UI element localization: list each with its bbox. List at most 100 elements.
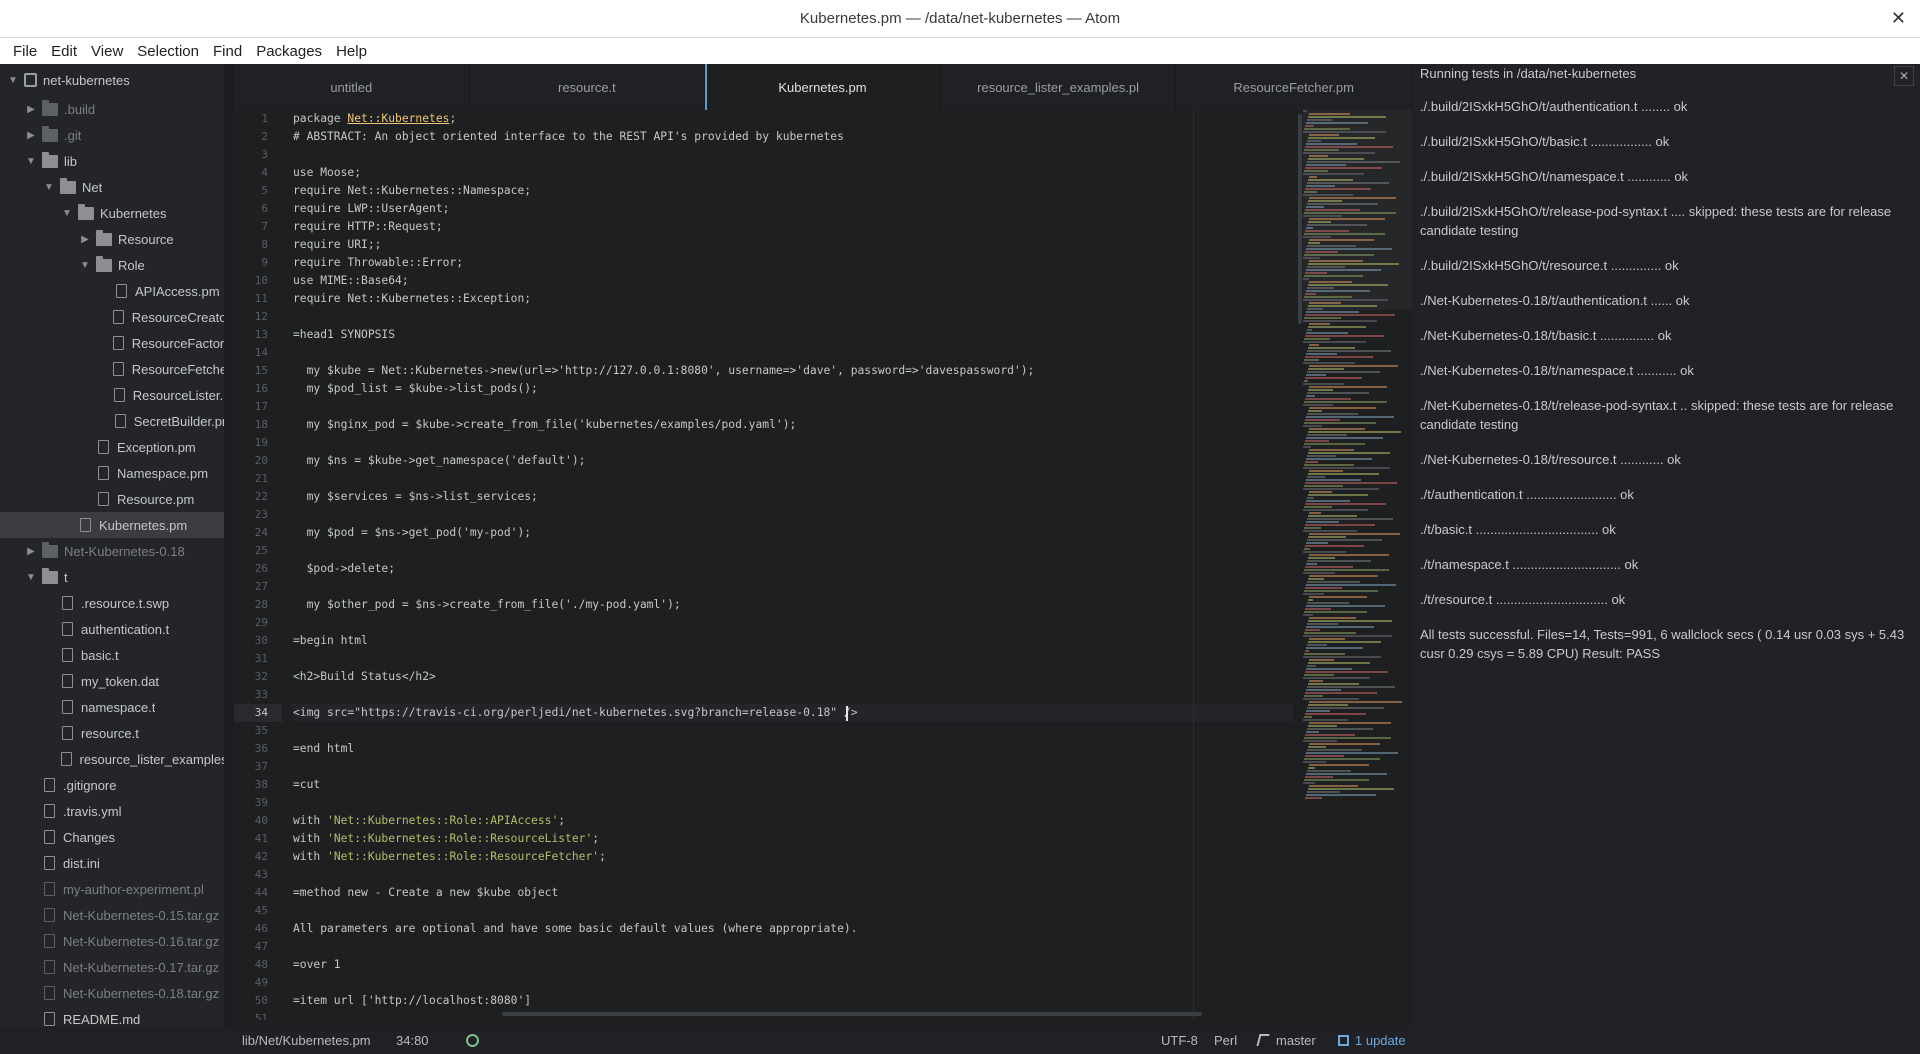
code-line[interactable]	[293, 902, 1293, 920]
code-line[interactable]: use Moose;	[293, 164, 1293, 182]
code-line[interactable]	[293, 974, 1293, 992]
panel-close-icon[interactable]: ✕	[1894, 66, 1914, 86]
tree-file[interactable]: dist.ini	[0, 850, 224, 876]
code-line[interactable]: require LWP::UserAgent;	[293, 200, 1293, 218]
code-line[interactable]	[293, 344, 1293, 362]
code-line[interactable]: =head1 SYNOPSIS	[293, 326, 1293, 344]
code-line[interactable]	[293, 722, 1293, 740]
code-line[interactable]	[293, 398, 1293, 416]
tree-file[interactable]: basic.t	[0, 642, 224, 668]
chevron-down-icon[interactable]: ▼	[78, 260, 92, 271]
code-line[interactable]	[293, 866, 1293, 884]
code-line[interactable]	[293, 146, 1293, 164]
tree-file[interactable]: ResourceFactory.pm	[0, 330, 224, 356]
status-updates[interactable]: 1 update	[1338, 1033, 1406, 1048]
tree-file[interactable]: resource_lister_examples.pl	[0, 746, 224, 772]
code-line[interactable]	[293, 308, 1293, 326]
status-cursor-position[interactable]: 34:80	[396, 1033, 429, 1048]
tree-view-resizer[interactable]	[224, 64, 234, 1044]
status-build-icon[interactable]	[466, 1033, 479, 1047]
code-line[interactable]: require Net::Kubernetes::Namespace;	[293, 182, 1293, 200]
tree-file[interactable]: ResourceCreator.pm	[0, 304, 224, 330]
chevron-right-icon[interactable]: ▶	[24, 130, 38, 141]
chevron-down-icon[interactable]: ▼	[42, 182, 56, 193]
status-file-path[interactable]: lib/Net/Kubernetes.pm	[242, 1033, 371, 1048]
tree-folder[interactable]: ▼ t	[0, 564, 224, 590]
tab-resource-t[interactable]: resource.t	[470, 64, 706, 110]
code-line[interactable]: =method new - Create a new $kube object	[293, 884, 1293, 902]
menu-file[interactable]: File	[6, 43, 44, 60]
code-line[interactable]: with 'Net::Kubernetes::Role::ResourceFet…	[293, 848, 1293, 866]
menu-packages[interactable]: Packages	[249, 43, 329, 60]
code-line[interactable]: my $ns = $kube->get_namespace('default')…	[293, 452, 1293, 470]
code-line[interactable]: require HTTP::Request;	[293, 218, 1293, 236]
chevron-down-icon[interactable]: ▼	[60, 208, 74, 219]
tree-file[interactable]: Namespace.pm	[0, 460, 224, 486]
tree-file[interactable]: my_token.dat	[0, 668, 224, 694]
code-line[interactable]	[293, 434, 1293, 452]
code-line[interactable]: =end html	[293, 740, 1293, 758]
tree-file[interactable]: namespace.t	[0, 694, 224, 720]
tree-file[interactable]: .resource.t.swp	[0, 590, 224, 616]
code-line[interactable]	[293, 650, 1293, 668]
code-line[interactable]: =cut	[293, 776, 1293, 794]
code-line[interactable]: =begin html	[293, 632, 1293, 650]
code-line[interactable]: use MIME::Base64;	[293, 272, 1293, 290]
code-line[interactable]: require Net::Kubernetes::Exception;	[293, 290, 1293, 308]
chevron-down-icon[interactable]: ▼	[24, 572, 38, 583]
chevron-down-icon[interactable]: ▼	[24, 156, 38, 167]
tree-file[interactable]: Resource.pm	[0, 486, 224, 512]
code-line[interactable]: my $kube = Net::Kubernetes->new(url=>'ht…	[293, 362, 1293, 380]
tree-folder[interactable]: ▼ lib	[0, 148, 224, 174]
code-line[interactable]: require URI;;	[293, 236, 1293, 254]
code-area[interactable]: package Net::Kubernetes; # ABSTRACT: An o…	[293, 110, 1293, 1020]
tree-file[interactable]: Changes	[0, 824, 224, 850]
code-line[interactable]: my $pod = $ns->get_pod('my-pod');	[293, 524, 1293, 542]
editor-vertical-scrollbar[interactable]	[1298, 114, 1302, 324]
chevron-right-icon[interactable]: ▶	[24, 104, 38, 115]
window-close-icon[interactable]: ✕	[1891, 8, 1906, 29]
code-line[interactable]: my $nginx_pod = $kube->create_from_file(…	[293, 416, 1293, 434]
tree-file[interactable]: Net-Kubernetes-0.18.tar.gz	[0, 980, 224, 1006]
tree-folder[interactable]: ▶ .build	[0, 96, 224, 122]
status-encoding[interactable]: UTF-8	[1161, 1033, 1198, 1048]
code-line[interactable]: package Net::Kubernetes;	[293, 110, 1293, 128]
code-line[interactable]: <h2>Build Status</h2>	[293, 668, 1293, 686]
code-line[interactable]	[293, 470, 1293, 488]
chevron-right-icon[interactable]: ▶	[24, 546, 38, 557]
tree-file[interactable]: my-author-experiment.pl	[0, 876, 224, 902]
code-line[interactable]	[293, 794, 1293, 812]
menu-selection[interactable]: Selection	[130, 43, 206, 60]
code-line[interactable]	[293, 758, 1293, 776]
code-line[interactable]	[293, 614, 1293, 632]
tab-kubernetes-pm[interactable]: Kubernetes.pm	[705, 64, 941, 110]
code-line[interactable]	[293, 938, 1293, 956]
tree-file[interactable]: resource.t	[0, 720, 224, 746]
menu-edit[interactable]: Edit	[44, 43, 84, 60]
code-line[interactable]: my $other_pod = $ns->create_from_file('.…	[293, 596, 1293, 614]
code-line[interactable]: require Throwable::Error;	[293, 254, 1293, 272]
tree-folder[interactable]: ▼ net-kubernetes	[0, 64, 224, 96]
status-git-branch[interactable]: master	[1256, 1033, 1316, 1048]
tree-folder[interactable]: ▼ Kubernetes	[0, 200, 224, 226]
tree-file[interactable]: Net-Kubernetes-0.16.tar.gz	[0, 928, 224, 954]
tree-file[interactable]: Exception.pm	[0, 434, 224, 460]
code-line[interactable]: $pod->delete;	[293, 560, 1293, 578]
tree-file[interactable]: APIAccess.pm	[0, 278, 224, 304]
menu-help[interactable]: Help	[329, 43, 374, 60]
code-line[interactable]: =item url ['http://localhost:8080']	[293, 992, 1293, 1010]
tree-folder[interactable]: ▼ Role	[0, 252, 224, 278]
code-line[interactable]	[293, 506, 1293, 524]
tree-file[interactable]: authentication.t	[0, 616, 224, 642]
menu-view[interactable]: View	[84, 43, 130, 60]
tree-folder[interactable]: ▶ Net-Kubernetes-0.18	[0, 538, 224, 564]
tree-folder[interactable]: ▼ Net	[0, 174, 224, 200]
tree-file[interactable]: Kubernetes.pm	[0, 512, 224, 538]
tab-resource-lister-examples-pl[interactable]: resource_lister_examples.pl	[941, 64, 1177, 110]
code-line[interactable]	[293, 686, 1293, 704]
tree-file[interactable]: ResourceLister.pm	[0, 382, 224, 408]
code-line[interactable]: # ABSTRACT: An object oriented interface…	[293, 128, 1293, 146]
tab-untitled[interactable]: untitled	[234, 64, 470, 110]
text-editor[interactable]: 1 2 3 4 5 6 7 8 9 10 11 12 13 14 15 16 17 18 19 20 21 22 23 24 2…	[234, 110, 1412, 1020]
tree-file[interactable]: .travis.yml	[0, 798, 224, 824]
